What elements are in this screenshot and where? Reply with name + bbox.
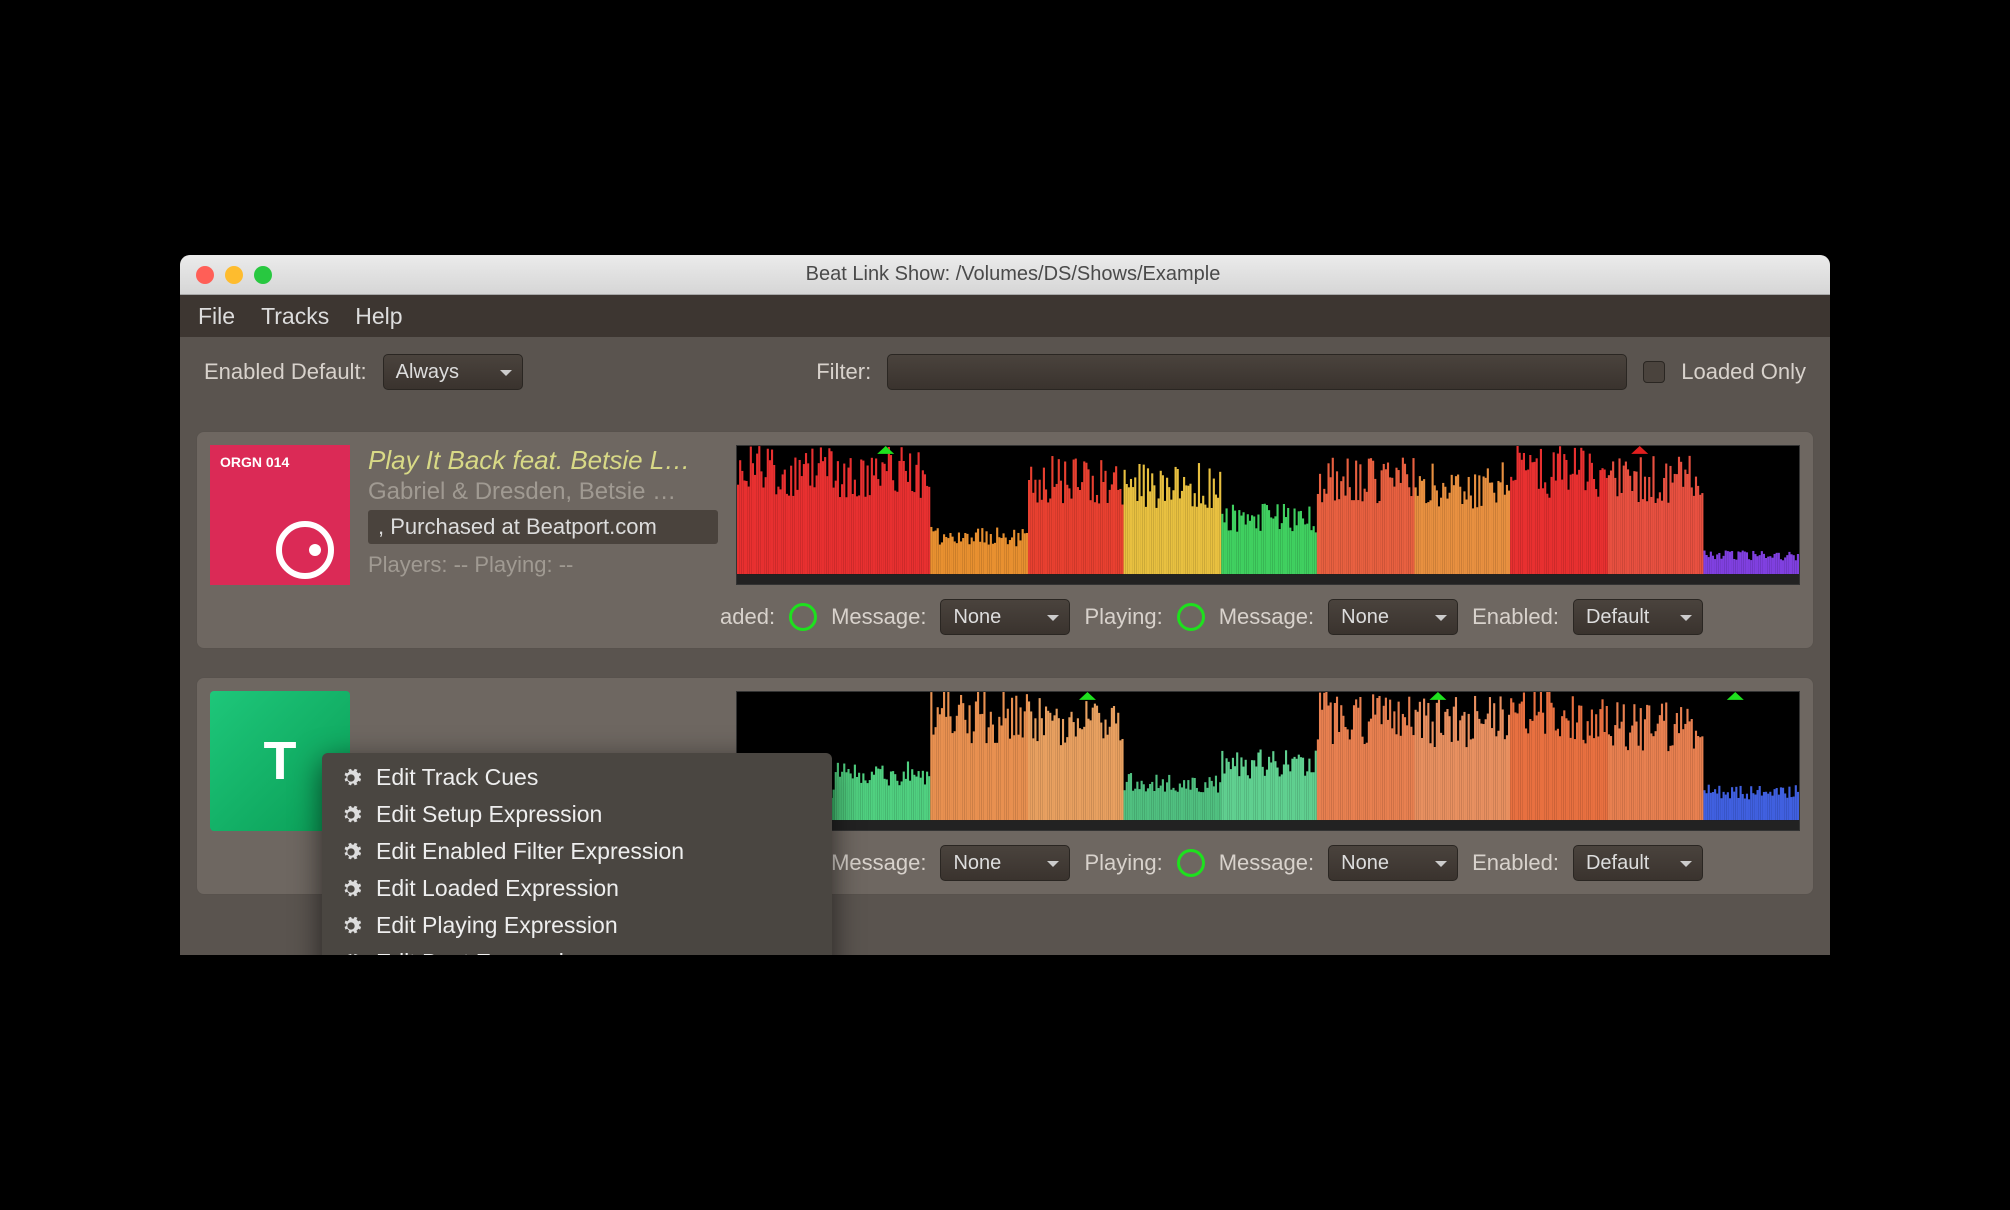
context-menu-label: Edit Loaded Expression	[376, 875, 619, 902]
app-window: Beat Link Show: /Volumes/DS/Shows/Exampl…	[180, 255, 1830, 955]
enabled-select[interactable]: Default	[1573, 599, 1703, 635]
menu-tracks[interactable]: Tracks	[261, 303, 329, 330]
enabled-default-label: Enabled Default:	[204, 359, 367, 385]
toolbar: Enabled Default: Always Filter: Loaded O…	[180, 337, 1830, 407]
track-context-menu: Edit Track Cues Edit Setup Expression Edit…	[322, 753, 832, 955]
titlebar: Beat Link Show: /Volumes/DS/Shows/Exampl…	[180, 255, 1830, 295]
gear-icon	[340, 841, 362, 863]
waveform[interactable]	[736, 445, 1800, 585]
waveform[interactable]	[736, 691, 1800, 831]
playing-label: Playing:	[1084, 604, 1162, 630]
menu-help[interactable]: Help	[355, 303, 402, 330]
context-menu-item[interactable]: Edit Track Cues	[322, 759, 832, 796]
enabled-select[interactable]: Default	[1573, 845, 1703, 881]
track-status: Players: -- Playing: --	[368, 552, 718, 578]
menubar: File Tracks Help	[180, 295, 1830, 337]
gear-icon	[340, 878, 362, 900]
loaded-label: aded:	[720, 604, 775, 630]
playing-label: Playing:	[1084, 850, 1162, 876]
gear-icon	[340, 767, 362, 789]
playing-indicator-icon	[1177, 849, 1205, 877]
context-menu-item[interactable]: Edit Enabled Filter Expression	[322, 833, 832, 870]
enabled-label: Enabled:	[1472, 850, 1559, 876]
filter-input[interactable]	[887, 354, 1627, 390]
context-menu-label: Edit Setup Expression	[376, 801, 602, 828]
context-menu-item[interactable]: Edit Beat Expression	[322, 944, 832, 955]
track-controls: aded: Message: None Playing: Message: No…	[210, 599, 1800, 635]
gear-icon	[340, 952, 362, 956]
window-title: Beat Link Show: /Volumes/DS/Shows/Exampl…	[212, 263, 1814, 286]
context-menu-label: Edit Playing Expression	[376, 912, 618, 939]
track-album: , Purchased at Beatport.com	[368, 510, 718, 544]
loaded-only-checkbox[interactable]	[1643, 361, 1665, 383]
context-menu-item[interactable]: Edit Loaded Expression	[322, 870, 832, 907]
context-menu-item[interactable]: Edit Setup Expression	[322, 796, 832, 833]
track-title: Play It Back feat. Betsie L…	[368, 445, 718, 476]
track-meta: Play It Back feat. Betsie L… Gabriel & D…	[368, 445, 718, 585]
message-label: Message:	[831, 850, 926, 876]
enabled-label: Enabled:	[1472, 604, 1559, 630]
context-menu-label: Edit Track Cues	[376, 764, 538, 791]
menu-file[interactable]: File	[198, 303, 235, 330]
svg-text:ORGN 014: ORGN 014	[220, 454, 289, 470]
playing-indicator-icon	[1177, 603, 1205, 631]
context-menu-item[interactable]: Edit Playing Expression	[322, 907, 832, 944]
filter-label: Filter:	[816, 359, 871, 385]
context-menu-label: Edit Beat Expression	[376, 949, 590, 955]
context-menu-label: Edit Enabled Filter Expression	[376, 838, 684, 865]
enabled-default-select[interactable]: Always	[383, 354, 523, 390]
loaded-message-select[interactable]: None	[940, 599, 1070, 635]
gear-icon	[340, 804, 362, 826]
message-label: Message:	[831, 604, 926, 630]
loaded-indicator-icon	[789, 603, 817, 631]
track-list: ORGN 014 Play It Back feat. Betsie L… Ga…	[180, 407, 1830, 955]
track-row: ORGN 014 Play It Back feat. Betsie L… Ga…	[196, 431, 1814, 649]
message-label-2: Message:	[1219, 850, 1314, 876]
loaded-only-label: Loaded Only	[1681, 359, 1806, 385]
gear-icon	[340, 915, 362, 937]
playing-message-select[interactable]: None	[1328, 599, 1458, 635]
playing-message-select[interactable]: None	[1328, 845, 1458, 881]
message-label-2: Message:	[1219, 604, 1314, 630]
track-artist: Gabriel & Dresden, Betsie …	[368, 478, 718, 506]
album-art: ORGN 014	[210, 445, 350, 585]
loaded-message-select[interactable]: None	[940, 845, 1070, 881]
